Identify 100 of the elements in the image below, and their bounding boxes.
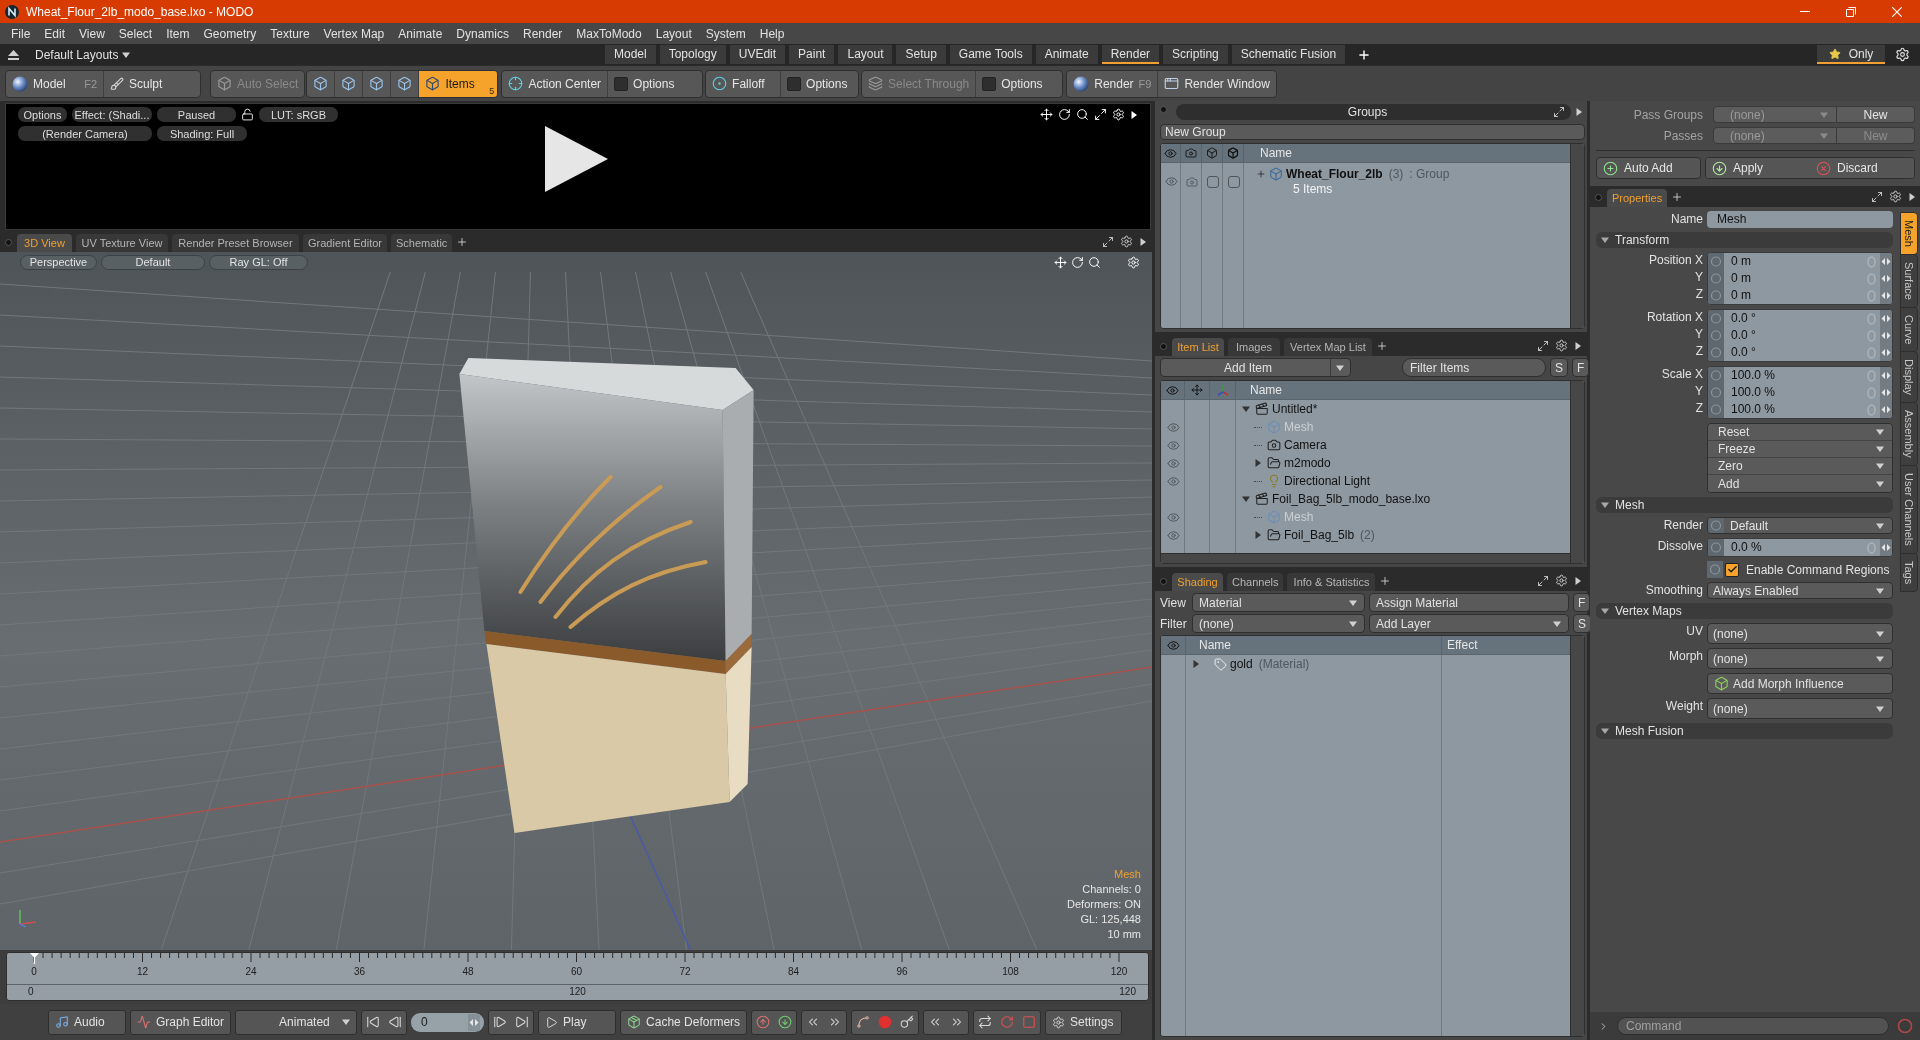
side-tab[interactable]: Display <box>1900 351 1918 404</box>
add-tab-icon[interactable] <box>1357 47 1372 62</box>
move-icon[interactable] <box>1040 108 1053 121</box>
arrow-icon[interactable] <box>1575 108 1583 116</box>
layout-tab[interactable]: Schematic Fusion <box>1231 45 1346 64</box>
number-field[interactable]: 0.0 ° <box>1724 310 1867 327</box>
toggle-button[interactable]: S <box>1573 614 1591 633</box>
material-name[interactable]: gold <box>1230 657 1253 671</box>
settings-icon[interactable] <box>1555 339 1568 352</box>
new-group-button[interactable]: New Group <box>1160 124 1585 140</box>
cache-deformers-button[interactable]: Cache Deformers <box>620 1009 748 1035</box>
playhead-icon[interactable] <box>30 953 39 964</box>
maximize-icon[interactable] <box>1094 108 1107 121</box>
panel-tab[interactable]: Properties <box>1607 189 1668 207</box>
dropdown[interactable]: (none) <box>1707 698 1893 719</box>
menu-item[interactable]: Animate <box>391 23 450 44</box>
expander-icon[interactable] <box>1254 531 1262 539</box>
panel-tab[interactable]: Schematic <box>391 234 453 252</box>
add-tab-icon[interactable] <box>1376 339 1388 352</box>
add-tab-icon[interactable] <box>456 235 469 248</box>
section-header[interactable]: Mesh <box>1596 497 1893 513</box>
section-header[interactable]: Vertex Maps <box>1596 603 1893 619</box>
toggle-button[interactable]: S <box>1550 358 1568 377</box>
expander-icon[interactable] <box>1192 660 1200 668</box>
toolbar-button[interactable]: Sculpt <box>104 70 200 97</box>
spin-arrows-icon[interactable] <box>1880 310 1892 327</box>
maximize-icon[interactable] <box>1102 235 1114 248</box>
settings-icon[interactable] <box>1120 235 1133 248</box>
expander-icon[interactable] <box>1242 405 1250 413</box>
play-icon[interactable] <box>545 126 608 192</box>
timeline-ruler[interactable]: 0 12 24 36 48 60 72 84 96 108 120 0 120 120 <box>6 952 1149 1001</box>
command-field[interactable]: Command <box>1617 1017 1889 1035</box>
number-field[interactable]: 0.0 ° <box>1724 327 1867 344</box>
dropdown[interactable]: Reset <box>1708 424 1892 441</box>
maximize-icon[interactable] <box>1537 574 1549 587</box>
number-field[interactable]: 0 m <box>1724 270 1867 287</box>
settings-button[interactable]: Settings <box>1045 1009 1123 1035</box>
frame-field[interactable]: 0 <box>411 1012 485 1032</box>
menu-item[interactable]: MaxToModo <box>569 23 649 44</box>
graph-editor-button[interactable]: Graph Editor <box>130 1009 232 1035</box>
menu-item[interactable]: File <box>4 23 38 44</box>
filter-dropdown[interactable]: (none) <box>1192 614 1365 633</box>
item-name[interactable]: Foil_Bag_5lb_modo_base.lxo <box>1272 492 1431 506</box>
expander-icon[interactable] <box>1242 495 1250 503</box>
layout-tab[interactable]: Render <box>1101 45 1160 64</box>
preview-button[interactable]: LUT: sRGB <box>259 107 338 122</box>
view-option-button[interactable]: Default <box>101 254 205 270</box>
settings-icon[interactable] <box>1889 190 1902 203</box>
move-icon[interactable] <box>1054 255 1067 269</box>
arrow-icon[interactable] <box>1139 237 1147 246</box>
section-header[interactable]: Mesh Fusion <box>1596 723 1893 739</box>
menu-item[interactable]: Geometry <box>196 23 264 44</box>
mode-dropdown[interactable]: Animated <box>235 1009 358 1035</box>
menu-item[interactable]: Texture <box>263 23 317 44</box>
panel-tab[interactable]: Channels <box>1227 573 1284 591</box>
viewport-canvas[interactable]: Mesh Channels: 0 Deformers: ON GL: 125,448 10 mm <box>0 272 1152 950</box>
dropdown[interactable]: (none) <box>1707 623 1893 644</box>
panel-tab[interactable]: Gradient Editor <box>303 234 387 252</box>
panel-tab[interactable]: Item List <box>1172 338 1224 356</box>
settings-icon[interactable] <box>1555 574 1568 587</box>
add-layer-dropdown[interactable]: Add Layer <box>1369 614 1569 633</box>
panel-tab[interactable]: Render Preset Browser <box>172 234 299 252</box>
arrow-icon[interactable] <box>1130 110 1138 119</box>
item-name[interactable]: Foil_Bag_5lb <box>1284 528 1355 542</box>
square-toggle[interactable] <box>1206 175 1219 188</box>
layout-tab[interactable]: UVEdit <box>729 45 786 64</box>
dropdown[interactable]: (none) <box>1707 648 1893 669</box>
options-toggle[interactable]: Options <box>976 70 1063 97</box>
view-dropdown[interactable]: Material <box>1192 593 1365 612</box>
panel-tab[interactable]: Info & Statistics <box>1287 573 1376 591</box>
item-name[interactable]: Untitled* <box>1272 402 1318 416</box>
view-option-button[interactable]: Perspective <box>20 254 97 270</box>
layouts-dropdown[interactable]: Default Layouts <box>31 45 135 64</box>
only-filter-button[interactable]: Only <box>1817 45 1885 64</box>
camera-menu-button[interactable]: (Render Camera) <box>18 126 152 141</box>
layout-tab[interactable]: Layout <box>838 45 893 64</box>
maximize-icon[interactable] <box>1553 106 1565 118</box>
layout-tab[interactable]: Setup <box>896 45 946 64</box>
panel-tab[interactable]: Images <box>1228 338 1280 356</box>
side-tab[interactable]: Surface <box>1900 253 1918 308</box>
dropdown[interactable]: Add <box>1708 475 1892 492</box>
group-name[interactable]: Wheat_Flour_2lb <box>1286 167 1383 181</box>
toolbar-button[interactable]: Model F2 <box>6 70 104 97</box>
arrow-icon[interactable] <box>1574 341 1582 350</box>
item-name[interactable]: Camera <box>1284 438 1327 452</box>
layout-tab[interactable]: Game Tools <box>949 45 1032 64</box>
toolbar-button[interactable]: Falloff <box>706 70 782 97</box>
square-toggle[interactable] <box>1227 175 1240 188</box>
name-field[interactable]: Mesh <box>1707 211 1893 228</box>
checkbox[interactable] <box>614 76 629 91</box>
panel-tab[interactable]: Vertex Map List <box>1284 338 1372 356</box>
number-field[interactable]: 0 m <box>1724 253 1867 270</box>
maximize-icon[interactable] <box>1871 190 1883 203</box>
number-field[interactable]: 0.0 % <box>1724 539 1867 556</box>
checkbox[interactable] <box>1725 562 1739 577</box>
layout-tab[interactable]: Topology <box>659 45 726 64</box>
menu-item[interactable]: Help <box>752 23 792 44</box>
layout-tab[interactable]: Model <box>605 45 656 64</box>
side-tab[interactable]: Curve <box>1900 306 1918 353</box>
layout-tab[interactable]: Paint <box>789 45 835 64</box>
